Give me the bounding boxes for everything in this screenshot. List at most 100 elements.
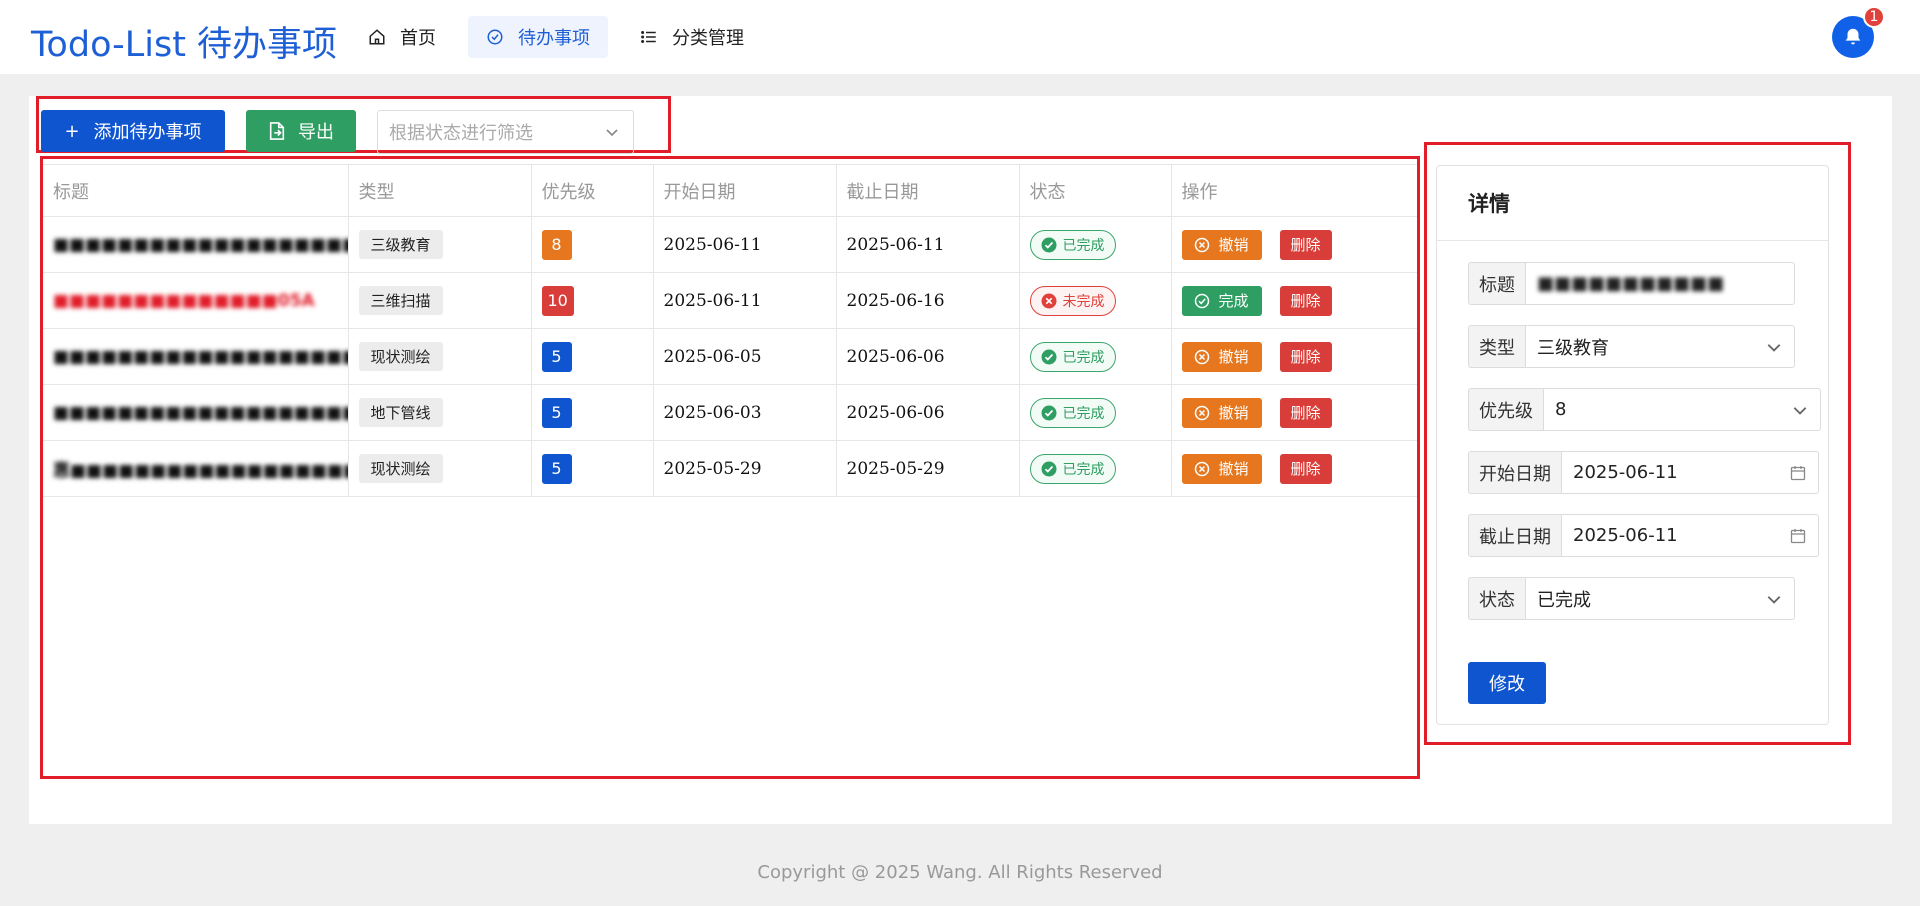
status-text: 已完成 <box>1062 405 1105 422</box>
modify-button[interactable]: 修改 <box>1468 662 1546 704</box>
revoke-button[interactable]: 撤销 <box>1181 453 1262 484</box>
detail-field-type: 类型 三级教育 <box>1468 325 1795 368</box>
type-select[interactable]: 三级教育 <box>1525 325 1795 368</box>
title-input[interactable]: ■■■■■■■■■■■ <box>1525 262 1795 305</box>
calendar-icon <box>1790 529 1806 544</box>
status-badge: 已完成 <box>1029 397 1116 428</box>
end-date-picker[interactable]: 2025-06-11 <box>1561 514 1819 557</box>
revoke-label: 撤销 <box>1218 460 1249 478</box>
start-date-picker[interactable]: 2025-06-11 <box>1561 451 1819 494</box>
x-circle-filled-icon <box>1041 293 1056 308</box>
status-filter-placeholder: 根据状态进行筛选 <box>389 123 533 144</box>
row-type: 三维扫描 <box>348 272 532 329</box>
status-text: 已完成 <box>1062 349 1105 366</box>
revoke-label: 撤销 <box>1218 404 1249 422</box>
row-title-text: ■■■■■■■■■■■■■■■■■■■■■■■■■■■■■■■■■ <box>53 234 347 255</box>
table-row[interactable]: ■■■■■■■■■■■■■■■■■■■■■■■■■■■■■■... 地下管线 5… <box>43 384 1417 441</box>
row-start-date: 2025-06-03 <box>653 384 837 441</box>
nav-label-categories: 分类管理 <box>672 28 744 49</box>
priority-select-value: 8 <box>1555 399 1567 420</box>
chevron-down-icon <box>1767 344 1781 352</box>
status-select[interactable]: 已完成 <box>1525 577 1795 620</box>
x-circle-icon <box>1195 405 1210 420</box>
priority-badge: 5 <box>541 453 572 484</box>
end-date-value: 2025-06-11 <box>1573 525 1678 546</box>
row-status: 未完成 <box>1019 272 1172 329</box>
row-title-text: ■■■■■■■■■■■■■■■■■■■■■■■■■■■■■■■■■. <box>53 346 347 367</box>
delete-button[interactable]: 删除 <box>1279 229 1332 260</box>
column-header-status: 状态 <box>1019 164 1172 217</box>
row-end-date: 2025-06-06 <box>836 384 1020 441</box>
row-title-text: ■■■■■■■■■■■■■■05A <box>53 290 315 311</box>
check-circle-filled-icon <box>1041 461 1056 476</box>
row-status: 已完成 <box>1019 328 1172 385</box>
add-todo-button[interactable]: + 添加待办事项 <box>41 110 225 152</box>
nav-item-home[interactable]: 首页 <box>350 16 454 58</box>
brand-title[interactable]: Todo-List 待办事项 <box>31 16 337 67</box>
complete-label: 完成 <box>1218 292 1249 310</box>
status-badge: 已完成 <box>1029 229 1116 260</box>
row-title[interactable]: ■■■■■■■■■■■■■■■■■■■■■■■■■■■■■■■■■ <box>43 216 349 273</box>
row-actions: 撤销 删除 <box>1171 328 1417 385</box>
chevron-down-icon <box>606 129 618 137</box>
row-actions: 完成 删除 <box>1171 272 1417 329</box>
column-header-actions: 操作 <box>1171 164 1417 217</box>
revoke-button[interactable]: 撤销 <box>1181 397 1262 428</box>
revoke-label: 撤销 <box>1218 236 1249 254</box>
status-text: 未完成 <box>1062 293 1105 310</box>
table-header-row: 标题 类型 优先级 开始日期 截止日期 状态 操作 <box>43 164 1417 217</box>
row-start-date: 2025-06-05 <box>653 328 837 385</box>
notification-badge: 1 <box>1863 6 1885 28</box>
title-input-value: ■■■■■■■■■■■ <box>1537 273 1725 294</box>
status-filter-select[interactable]: 根据状态进行筛选 <box>377 110 634 154</box>
list-icon <box>641 31 656 43</box>
main-nav: 首页 待办事项 分类管理 <box>350 16 762 58</box>
table-row[interactable]: ■■■■■■■■■■■■■■■■■■■■■■■■■■■■■■■■■. 现状测绘 … <box>43 328 1417 385</box>
row-type: 现状测绘 <box>348 328 532 385</box>
row-priority: 5 <box>531 440 654 497</box>
calendar-icon <box>1790 466 1806 481</box>
start-date-value: 2025-06-11 <box>1573 462 1678 483</box>
complete-button[interactable]: 完成 <box>1181 285 1262 316</box>
nav-item-categories[interactable]: 分类管理 <box>622 16 762 58</box>
row-priority: 10 <box>531 272 654 329</box>
type-tag: 三级教育 <box>358 230 443 259</box>
row-title[interactable]: ■■■■■■■■■■■■■■■■■■■■■■■■■■■■■■... <box>43 384 349 441</box>
export-label: 导出 <box>298 122 334 143</box>
detail-card: 详情 标题 ■■■■■■■■■■■ 类型 三级教育 优先级 8 开始日期 202… <box>1436 165 1829 725</box>
field-label: 截止日期 <box>1468 514 1561 557</box>
x-circle-icon <box>1195 461 1210 476</box>
priority-select[interactable]: 8 <box>1543 388 1821 431</box>
type-select-value: 三级教育 <box>1537 337 1609 359</box>
row-status: 已完成 <box>1019 440 1172 497</box>
delete-button[interactable]: 删除 <box>1279 397 1332 428</box>
table-row[interactable]: ■■■■■■■■■■■■■■05A 三维扫描 10 2025-06-11 202… <box>43 272 1417 329</box>
row-title[interactable]: 惠■■■■■■■■■■■■■■■■■■■■■■■■■■■■■... <box>43 440 349 497</box>
file-export-icon <box>269 122 285 140</box>
status-text: 已完成 <box>1062 461 1105 478</box>
table-row[interactable]: ■■■■■■■■■■■■■■■■■■■■■■■■■■■■■■■■■ 三级教育 8… <box>43 216 1417 273</box>
row-type: 现状测绘 <box>348 440 532 497</box>
field-label: 优先级 <box>1468 388 1543 431</box>
bell-icon <box>1845 28 1861 45</box>
x-circle-icon <box>1195 237 1210 252</box>
row-end-date: 2025-06-06 <box>836 328 1020 385</box>
nav-label-home: 首页 <box>400 28 436 49</box>
delete-button[interactable]: 删除 <box>1279 453 1332 484</box>
check-circle-filled-icon <box>1041 237 1056 252</box>
table-row[interactable]: 惠■■■■■■■■■■■■■■■■■■■■■■■■■■■■■... 现状测绘 5… <box>43 440 1417 497</box>
revoke-button[interactable]: 撤销 <box>1181 229 1262 260</box>
export-button[interactable]: 导出 <box>246 110 356 152</box>
check-circle-icon <box>1195 293 1210 308</box>
revoke-button[interactable]: 撤销 <box>1181 341 1262 372</box>
row-title[interactable]: ■■■■■■■■■■■■■■■■■■■■■■■■■■■■■■■■■. <box>43 328 349 385</box>
nav-item-todos[interactable]: 待办事项 <box>468 16 608 58</box>
status-badge: 已完成 <box>1029 453 1116 484</box>
row-title[interactable]: ■■■■■■■■■■■■■■05A <box>43 272 349 329</box>
type-tag: 现状测绘 <box>358 342 443 371</box>
row-start-date: 2025-06-11 <box>653 216 837 273</box>
delete-button[interactable]: 删除 <box>1279 285 1332 316</box>
delete-button[interactable]: 删除 <box>1279 341 1332 372</box>
field-label: 类型 <box>1468 325 1525 368</box>
type-tag: 地下管线 <box>358 398 443 427</box>
